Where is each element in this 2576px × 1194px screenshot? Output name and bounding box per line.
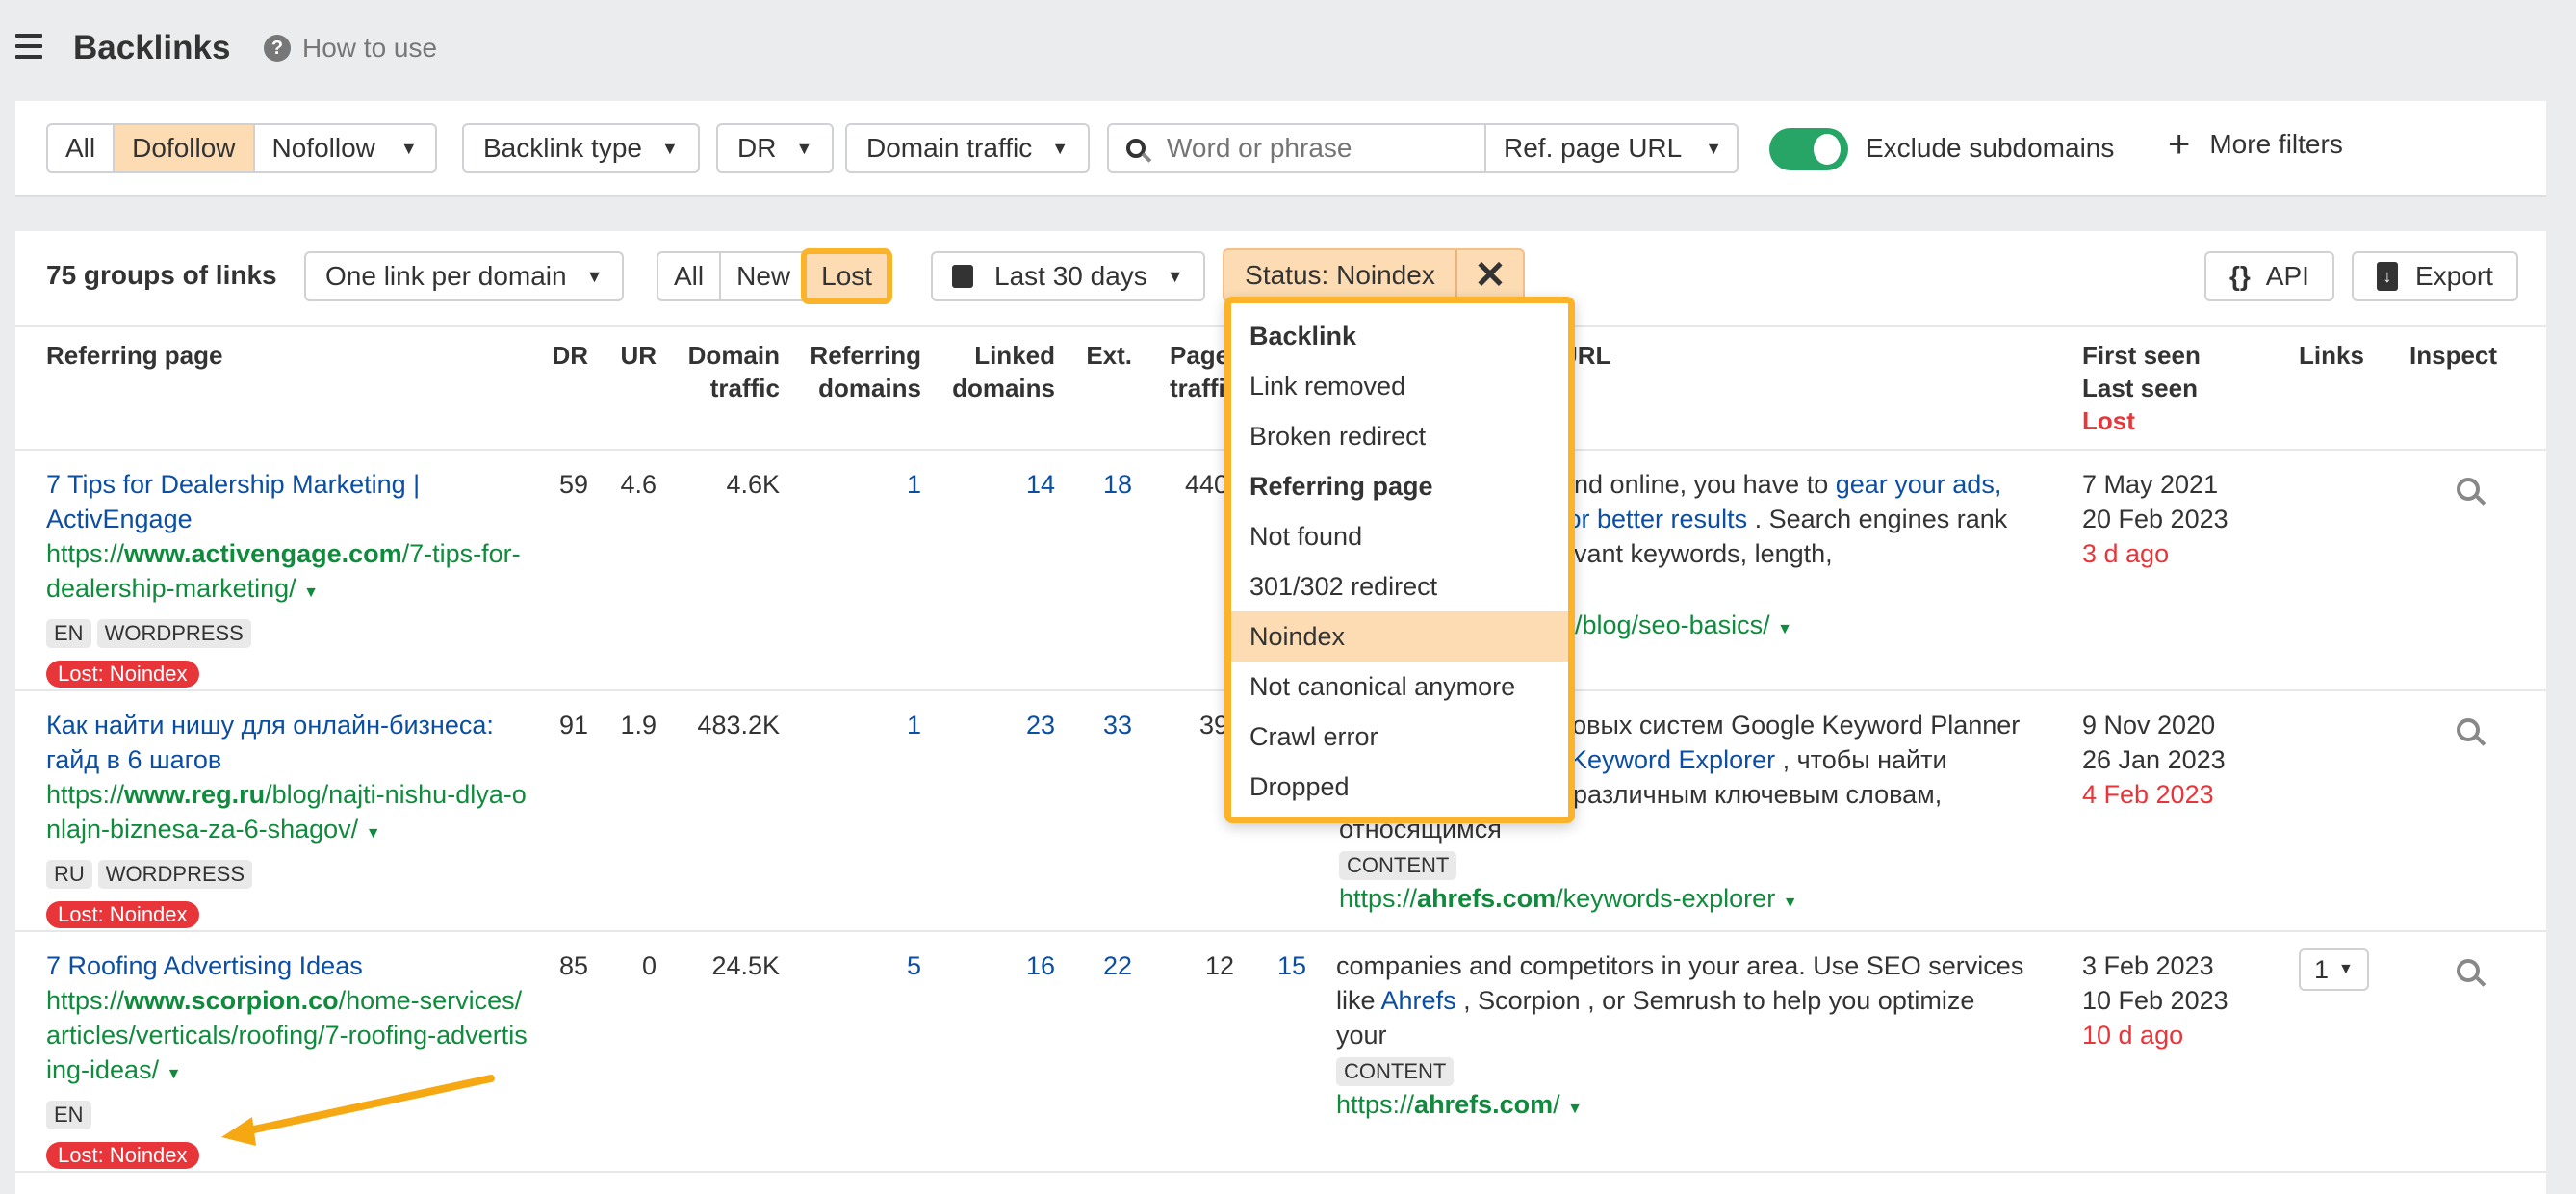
arrow-shaft [237,1075,495,1136]
arrow-head [221,1117,256,1146]
annotation-arrow [221,1075,495,1146]
